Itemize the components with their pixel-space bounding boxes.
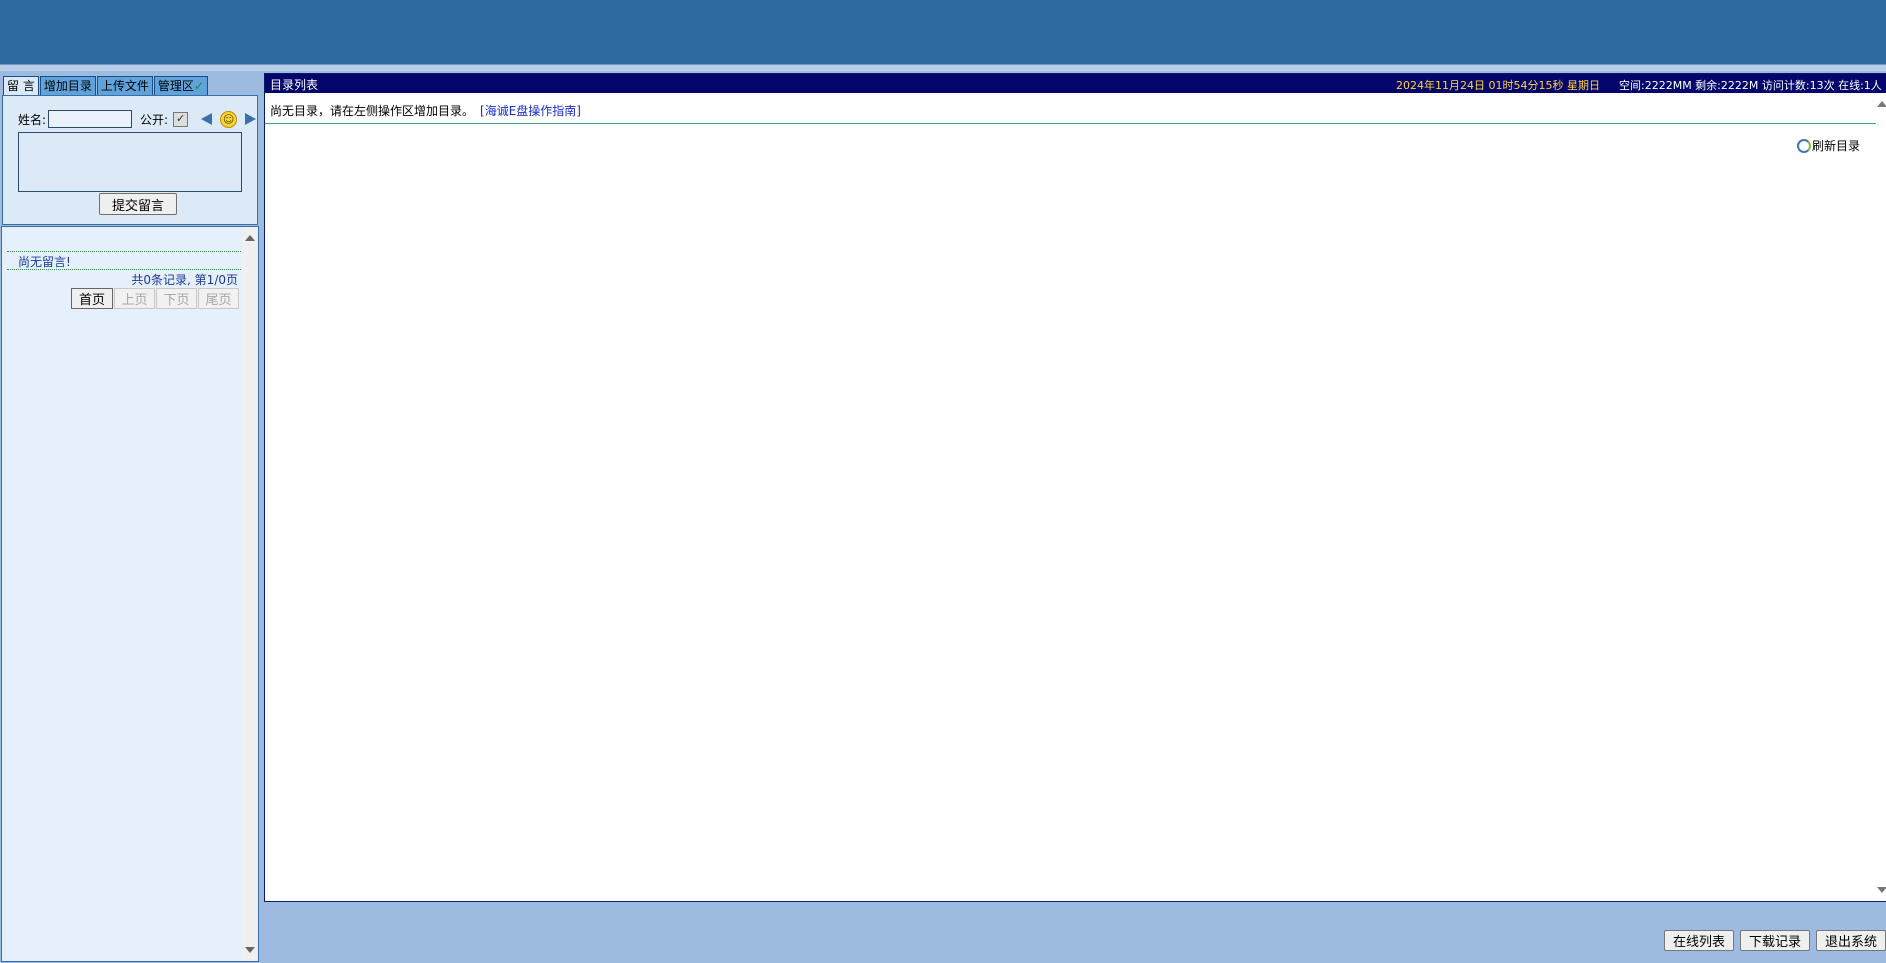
- empty-message-text: 尚无留言!: [18, 255, 71, 269]
- bottom-toolbar: 在线列表 下载记录 退出系统: [1664, 930, 1886, 951]
- scroll-down-arrow-icon[interactable]: [245, 947, 255, 953]
- refresh-icon: [1796, 138, 1811, 153]
- divider: [7, 251, 241, 252]
- datetime: 2024年11月24日 01时54分15秒 星期日: [1396, 79, 1600, 92]
- tab-admin-area[interactable]: 管理区✓: [153, 76, 208, 96]
- title-bar: 目录列表 2024年11月24日 01时54分15秒 星期日 空间:2222MM…: [265, 74, 1886, 93]
- next-page-button: 下页: [156, 288, 197, 309]
- public-checkbox[interactable]: ✓: [173, 111, 189, 127]
- message-list: 尚无留言! 共0条记录, 第1/0页 首页 上页 下页 尾页: [1, 226, 259, 962]
- logout-button[interactable]: 退出系统: [1816, 930, 1886, 951]
- divider: [265, 123, 1876, 124]
- check-icon: ✓: [193, 79, 204, 93]
- first-page-button[interactable]: 首页: [71, 288, 113, 309]
- empty-directory-notice: 尚无目录，请在左侧操作区增加目录。 [海诚E盘操作指南]: [270, 102, 581, 119]
- refresh-directory-button[interactable]: 刷新目录: [1796, 137, 1860, 154]
- divider: [7, 269, 241, 270]
- name-label: 姓名:: [18, 112, 47, 127]
- download-records-button[interactable]: 下载记录: [1740, 930, 1810, 951]
- tab-add-directory[interactable]: 增加目录: [39, 76, 96, 96]
- name-input[interactable]: [48, 110, 133, 128]
- prev-emoticon-icon[interactable]: [201, 113, 213, 125]
- message-form: 姓名: 公开: ✓ ☺ 提交留言: [2, 95, 258, 225]
- left-tabs: 留 言 增加目录 上传文件 管理区✓: [3, 76, 209, 98]
- online-list-button[interactable]: 在线列表: [1664, 930, 1734, 951]
- next-emoticon-icon[interactable]: [245, 113, 257, 125]
- left-panel: 留 言 增加目录 上传文件 管理区✓ 姓名: 公开: ✓ ☺ 提交留言 尚无留言…: [0, 71, 262, 963]
- usage-stats: 空间:2222MM 剩余:2222M 访问计数:13次 在线:1人: [1619, 79, 1882, 92]
- pager: 首页 上页 下页 尾页: [71, 288, 239, 309]
- public-label: 公开:: [140, 112, 169, 127]
- top-divider: [0, 65, 1886, 71]
- submit-message-button[interactable]: 提交留言: [99, 193, 177, 215]
- scroll-up-arrow-icon[interactable]: [245, 235, 255, 241]
- notice-text: 尚无目录，请在左侧操作区增加目录。: [270, 104, 475, 118]
- guide-link[interactable]: [海诚E盘操作指南]: [480, 104, 581, 118]
- refresh-label: 刷新目录: [1811, 139, 1860, 153]
- top-banner: [0, 0, 1886, 65]
- name-row: 姓名: 公开: ✓ ☺: [18, 110, 257, 128]
- message-textarea[interactable]: [18, 132, 242, 192]
- tab-admin-label: 管理区: [157, 79, 194, 93]
- scroll-up-arrow-icon[interactable]: [1877, 101, 1886, 107]
- prev-page-button: 上页: [114, 288, 155, 309]
- smiley-icon[interactable]: ☺: [220, 110, 238, 128]
- page-title: 目录列表: [270, 78, 319, 92]
- message-list-scrollbar[interactable]: [242, 227, 258, 961]
- main-scrollbar[interactable]: [1877, 93, 1886, 901]
- scroll-down-arrow-icon[interactable]: [1877, 887, 1886, 893]
- tab-upload-file[interactable]: 上传文件: [96, 76, 153, 96]
- record-info: 共0条记录, 第1/0页: [131, 273, 238, 287]
- directory-panel: 目录列表 2024年11月24日 01时54分15秒 星期日 空间:2222MM…: [264, 73, 1886, 902]
- last-page-button: 尾页: [198, 288, 239, 309]
